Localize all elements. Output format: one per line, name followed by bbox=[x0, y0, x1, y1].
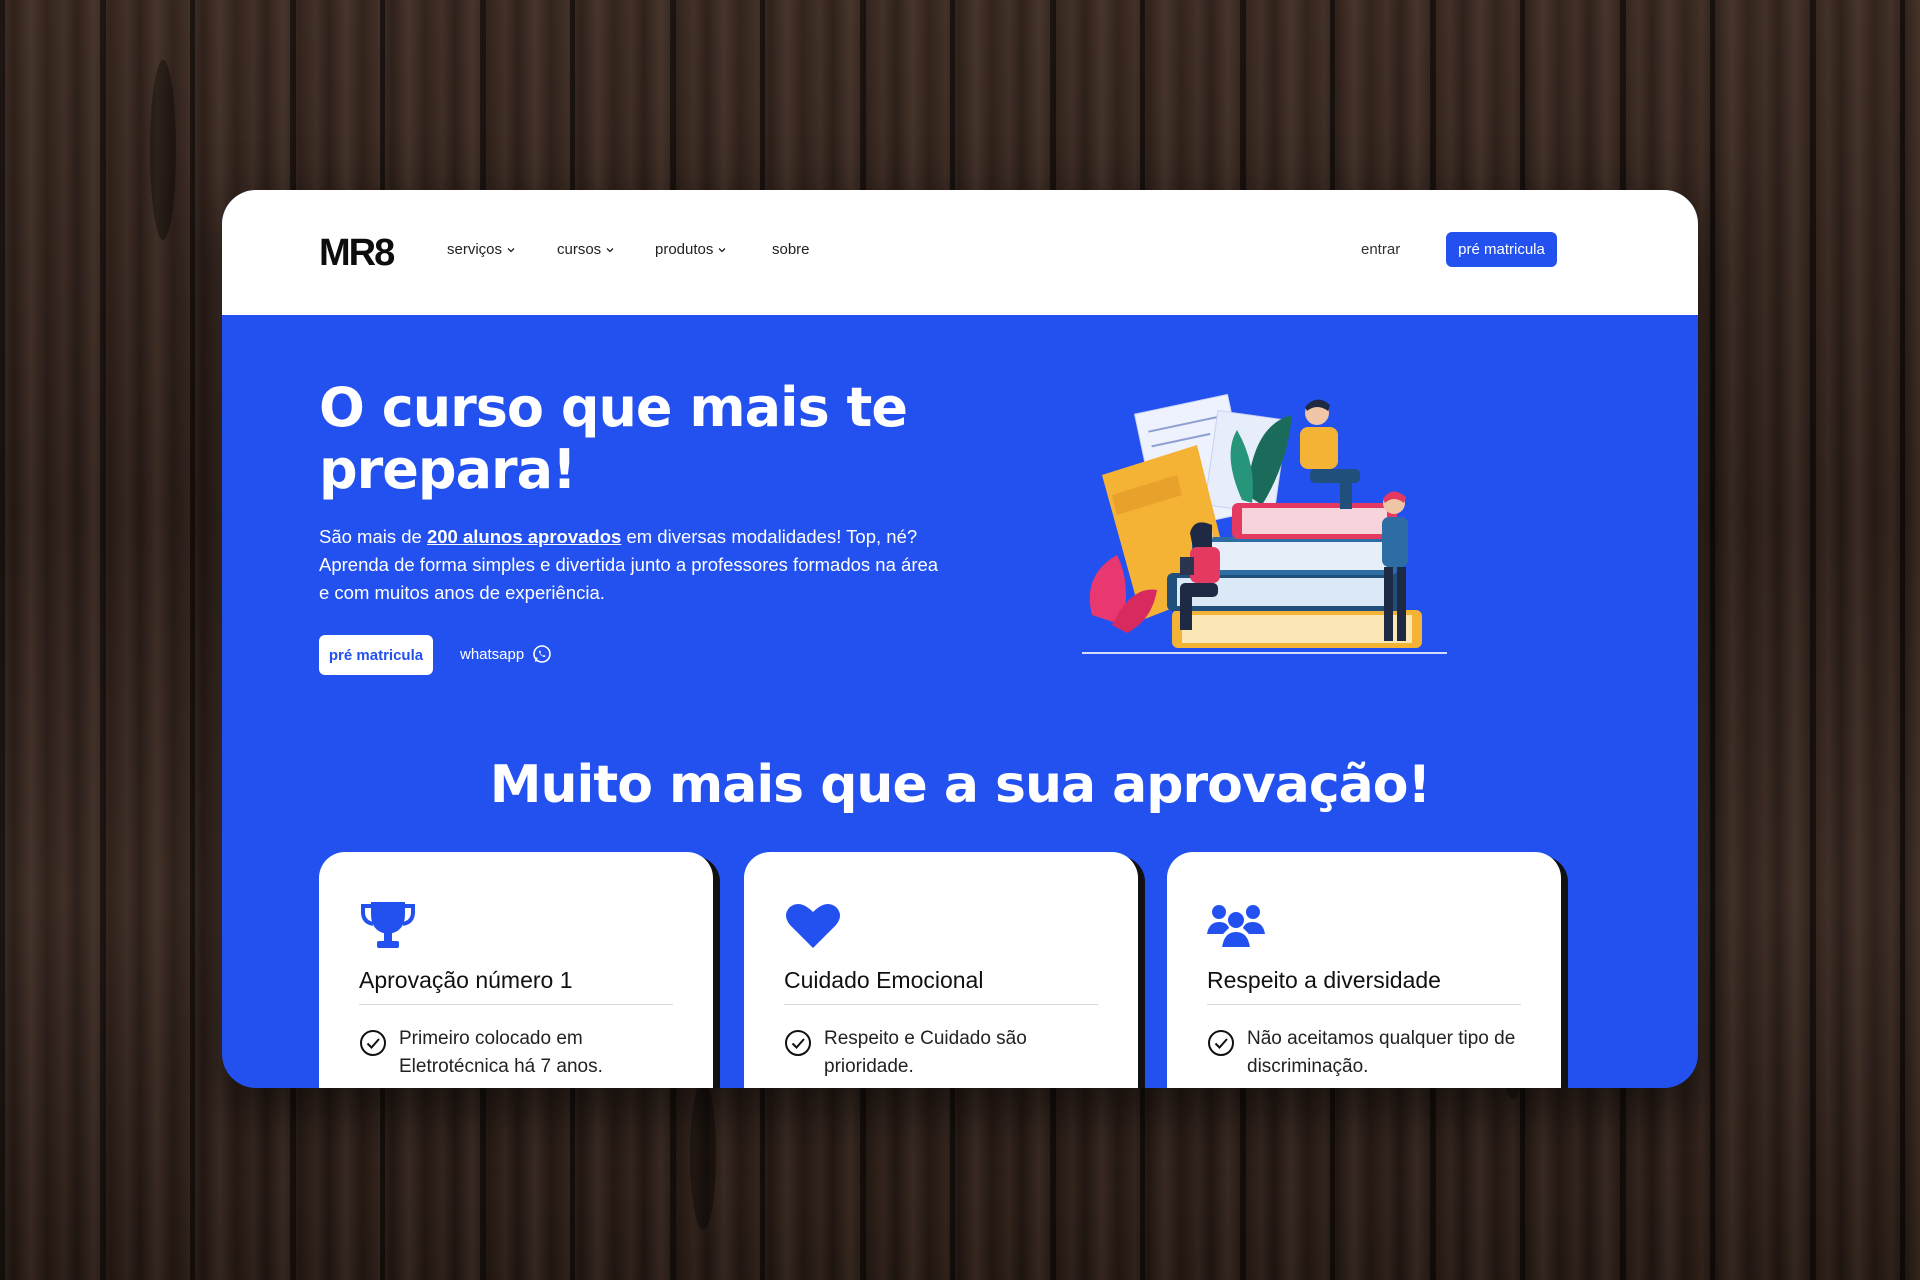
hero-title: O curso que mais te prepara! bbox=[319, 376, 908, 501]
wood-knot bbox=[150, 60, 176, 240]
card-text: Não aceitamos qualquer tipo de discrimin… bbox=[1247, 1028, 1516, 1077]
pre-matricula-nav-button[interactable]: pré matricula bbox=[1446, 232, 1557, 267]
chevron-down-icon bbox=[606, 247, 614, 252]
feature-card-emotional-care: Cuidado Emocional Respeito e Cuidado são… bbox=[744, 852, 1138, 1088]
nav-item-cursos[interactable]: cursos bbox=[557, 241, 615, 258]
browser-window: MR8 serviços cursos produtos sobre entra… bbox=[222, 190, 1698, 1088]
check-circle-icon bbox=[785, 1030, 811, 1056]
check-circle-icon bbox=[1208, 1030, 1234, 1056]
wood-knot bbox=[690, 1080, 716, 1230]
nav-item-label: sobre bbox=[772, 241, 810, 258]
trophy-icon bbox=[361, 902, 415, 948]
approved-students-link[interactable]: 200 alunos aprovados bbox=[427, 526, 621, 547]
nav-item-produtos[interactable]: produtos bbox=[655, 241, 727, 258]
nav-item-label: serviços bbox=[447, 241, 503, 258]
card-divider bbox=[1207, 1004, 1521, 1005]
card-divider bbox=[784, 1004, 1098, 1005]
hero-description: São mais de 200 alunos aprovados em dive… bbox=[319, 523, 939, 607]
card-text: Primeiro colocado em Eletrotécnica há 7 … bbox=[399, 1028, 603, 1077]
whatsapp-link[interactable]: whatsapp bbox=[460, 644, 552, 664]
card-title: Aprovação número 1 bbox=[359, 967, 573, 993]
nav-item-label: produtos bbox=[655, 241, 714, 258]
feature-card-diversity: Respeito a diversidade Não aceitamos qua… bbox=[1167, 852, 1561, 1088]
card-divider bbox=[359, 1004, 673, 1005]
whatsapp-label: whatsapp bbox=[460, 645, 525, 663]
chevron-down-icon bbox=[507, 247, 515, 252]
heart-icon bbox=[786, 903, 840, 948]
nav-item-servicos[interactable]: serviços bbox=[447, 241, 516, 258]
logo[interactable]: MR8 bbox=[319, 232, 395, 275]
whatsapp-icon bbox=[533, 645, 552, 663]
login-link[interactable]: entrar bbox=[1361, 241, 1400, 258]
feature-card-approval: Aprovação número 1 Primeiro colocado em … bbox=[319, 852, 713, 1088]
features-title: Muito mais que a sua aprovação! bbox=[489, 755, 1431, 815]
nav-item-sobre[interactable]: sobre bbox=[772, 241, 810, 258]
card-title: Respeito a diversidade bbox=[1207, 967, 1441, 993]
check-circle-icon bbox=[360, 1030, 386, 1056]
pre-matricula-hero-button[interactable]: pré matricula bbox=[319, 635, 433, 675]
card-title: Cuidado Emocional bbox=[784, 967, 984, 993]
nav-item-label: cursos bbox=[557, 241, 602, 258]
hero-text-before: São mais de bbox=[319, 526, 427, 547]
navbar: MR8 serviços cursos produtos sobre entra… bbox=[222, 190, 1698, 315]
chevron-down-icon bbox=[718, 247, 726, 252]
users-icon bbox=[1207, 905, 1265, 949]
card-text: Respeito e Cuidado são prioridade. bbox=[824, 1028, 1027, 1077]
students-books-illustration bbox=[1082, 393, 1447, 654]
